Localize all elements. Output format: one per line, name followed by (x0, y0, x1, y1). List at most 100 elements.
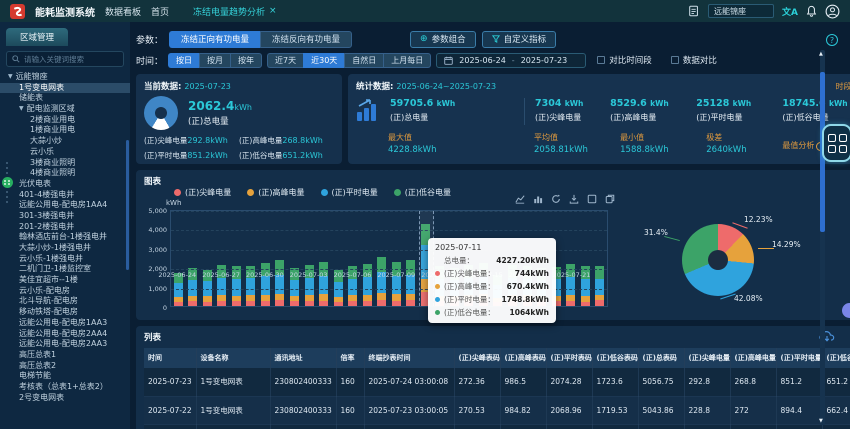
nav-dashboard[interactable]: 数据看板 (105, 5, 141, 18)
range-button[interactable]: 自然日 (344, 53, 383, 68)
org-select[interactable]: 远能锦座 (708, 4, 774, 18)
tree-item[interactable]: 2楼商业用电 (0, 115, 130, 126)
sidebar-collapse-handle[interactable] (2, 162, 12, 203)
sidebar-toggle-button[interactable] (2, 177, 13, 188)
table-row[interactable]: 2025-07-221号变电网表2308024003331602025-07-2… (144, 396, 850, 424)
legend-item[interactable]: (正)平时电量 (321, 187, 378, 198)
granularity-button[interactable]: 按年 (230, 53, 262, 68)
bar-2025-06-24[interactable] (171, 211, 186, 306)
tab-close-icon[interactable]: × (269, 6, 277, 16)
tree-item[interactable]: 远能公用电-配电房1AA4 (0, 200, 130, 211)
tree-item[interactable]: 301-3楼强电井 (0, 211, 130, 222)
tree-item[interactable]: 远能公用电-配电房2AA4 (0, 329, 130, 340)
tree-item[interactable]: 光伏电表 (0, 179, 130, 190)
bar-2025-07-06[interactable] (345, 211, 360, 306)
page-scrollbar[interactable]: ▲ ▼ (820, 50, 825, 425)
date-range-input[interactable]: 2025-06-24 - 2025-07-23 (436, 53, 586, 68)
range-button[interactable]: 上月每日 (383, 53, 431, 68)
param-combo-button[interactable]: ⊕ 参数组合 (410, 31, 476, 48)
data-compare-checkbox[interactable]: 数据对比 (671, 54, 717, 66)
bar-2025-07-09[interactable] (389, 211, 404, 306)
period-info-link[interactable]: 时段信息 (836, 81, 850, 92)
tree-item[interactable]: 1号变电网表 (0, 83, 130, 94)
zoom-box-icon[interactable] (587, 194, 597, 204)
report-icon[interactable] (688, 5, 700, 17)
tree-item[interactable]: 北斗导航-配电房 (0, 296, 130, 307)
tree-item[interactable]: 401-4楼强电井 (0, 190, 130, 201)
tree-item[interactable]: 高压总表2 (0, 361, 130, 372)
line-chart-icon[interactable] (515, 194, 525, 204)
param-button[interactable]: 冻结正向有功电量 (169, 31, 260, 48)
bar-2025-07-03[interactable] (302, 211, 317, 306)
tree-item[interactable]: 二机门卫-1楼监控室 (0, 264, 130, 275)
tree-item[interactable]: 201-2楼强电井 (0, 222, 130, 233)
range-button[interactable]: 近30天 (303, 53, 344, 68)
bar-2025-06-28[interactable] (229, 211, 244, 306)
tree-item[interactable]: ▼配电监测区域 (0, 104, 130, 115)
help-button[interactable]: ? (826, 34, 838, 46)
tree-item[interactable]: 1楼商业用电 (0, 125, 130, 136)
tree-item[interactable]: 云小乐 (0, 147, 130, 158)
tree-item[interactable]: 3楼商业照明 (0, 158, 130, 169)
table-row[interactable]: 2025-07-231号变电网表2308024003331602025-07-2… (144, 368, 850, 396)
tree-item[interactable]: 云小乐-配电房 (0, 286, 130, 297)
bar-2025-07-23[interactable] (592, 211, 607, 306)
bar-2025-07-04[interactable] (316, 211, 331, 306)
granularity-button[interactable]: 按月 (199, 53, 230, 68)
bar-2025-07-22[interactable] (578, 211, 593, 306)
tree-item[interactable]: 考核表（总表1+总表2） (0, 382, 130, 393)
floating-badge[interactable] (842, 303, 850, 318)
legend-item[interactable]: (正)低谷电量 (394, 187, 451, 198)
tree-item[interactable]: 翰林酒店前台-1楼强电井 (0, 232, 130, 243)
tree-item[interactable]: 高压总表1 (0, 350, 130, 361)
granularity-button[interactable]: 按日 (168, 53, 199, 68)
bar-2025-06-25[interactable] (186, 211, 201, 306)
scroll-up-icon[interactable]: ▲ (819, 51, 823, 57)
refresh-icon[interactable] (551, 194, 561, 204)
range-button[interactable]: 近7天 (267, 53, 303, 68)
nav-home[interactable]: 首页 (151, 5, 169, 18)
legend-item[interactable]: (正)尖峰电量 (174, 187, 231, 198)
donut-chart[interactable] (682, 224, 754, 296)
bar-2025-07-21[interactable] (563, 211, 578, 306)
tree-item[interactable]: 4楼商业照明 (0, 168, 130, 179)
tree-item[interactable]: 远能公用电-配电房1AA3 (0, 318, 130, 329)
tree-item[interactable]: 大蒜小炒-1楼强电井 (0, 243, 130, 254)
sidebar-scrollbar[interactable] (126, 140, 129, 270)
search-input[interactable]: 请输入关键词搜索 (6, 51, 124, 67)
tab-region-management[interactable]: 区域管理 (6, 28, 68, 46)
user-avatar-icon[interactable] (825, 4, 840, 19)
tree-item[interactable]: 储能表 (0, 93, 130, 104)
bar-2025-07-08[interactable] (374, 211, 389, 306)
tree-item[interactable]: ▼远能锦座 (0, 72, 130, 83)
translate-icon[interactable]: 文A (782, 5, 798, 18)
bar-2025-06-26[interactable] (200, 211, 215, 306)
bar-2025-07-02[interactable] (287, 211, 302, 306)
quick-apps-button[interactable] (822, 124, 850, 162)
bar-2025-07-07[interactable] (360, 211, 375, 306)
tree-item[interactable]: 远能公用电-配电房2AA3 (0, 339, 130, 350)
bar-2025-06-27[interactable] (215, 211, 230, 306)
tree-item[interactable]: 电梯节能 (0, 371, 130, 382)
restore-box-icon[interactable] (605, 194, 615, 204)
download-icon[interactable] (569, 194, 579, 204)
tree-item[interactable]: 大蒜小炒 (0, 136, 130, 147)
tree-item[interactable]: 移动铁塔-配电房 (0, 307, 130, 318)
tree-item[interactable]: 美佳宜超市--1楼 (0, 275, 130, 286)
bar-2025-07-05[interactable] (331, 211, 346, 306)
param-button[interactable]: 冻结反向有功电量 (260, 31, 352, 48)
legend-item[interactable]: (正)高峰电量 (247, 187, 304, 198)
tab-frozen-power-trend[interactable]: 冻结电量趋势分析 × (193, 5, 277, 18)
compare-period-checkbox[interactable]: 对比时间段 (597, 54, 652, 66)
bar-2025-06-29[interactable] (244, 211, 259, 306)
bar-chart-icon[interactable] (533, 194, 543, 204)
bar-2025-06-30[interactable] (258, 211, 273, 306)
tree-item[interactable]: 云小乐-1楼强电井 (0, 254, 130, 265)
bar-2025-07-01[interactable] (273, 211, 288, 306)
table-row[interactable] (144, 424, 850, 429)
scroll-down-icon[interactable]: ▼ (819, 418, 823, 424)
bell-icon[interactable] (806, 5, 817, 17)
tree-item[interactable]: 2号变电网表 (0, 393, 130, 404)
custom-indicator-button[interactable]: 自定义指标 (482, 31, 557, 48)
bar-2025-07-10[interactable] (404, 211, 419, 306)
